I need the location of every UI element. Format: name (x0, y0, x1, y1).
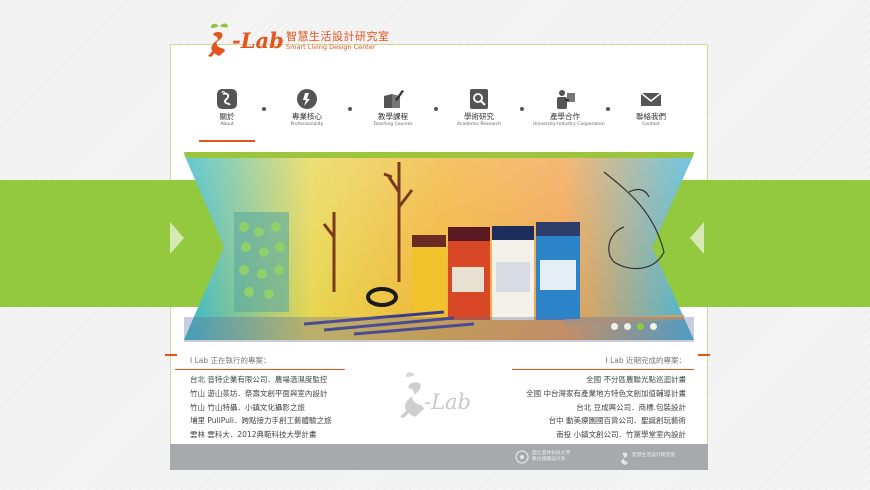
slider-dot[interactable] (650, 323, 657, 330)
nav-item-contact[interactable]: 聯絡我們 Contact (619, 88, 683, 136)
nav-label-zh: 學術研究 (464, 112, 494, 121)
nav-label-en: Teaching Courses (373, 122, 413, 127)
nav-label-zh: 關於 (219, 112, 235, 121)
completed-projects-list: I Lab 近期完成的專案： 全國 不分區農聯光點巡迴計畫 全國 中台灣家有產業… (512, 355, 694, 442)
current-projects-title: I Lab 正在執行的專案： (175, 355, 345, 370)
nav-label-en: About (220, 122, 234, 127)
list-item[interactable]: 雲林 雲科大．2012典範科技大學計畫 (175, 428, 345, 442)
footer-partner1-line2: 數位媒體設計系 (532, 457, 566, 462)
logo-title-zh: 智慧生活設計研究室 (286, 30, 390, 43)
completed-projects-title: I Lab 近期完成的專案： (512, 355, 694, 370)
list-item[interactable]: 台北 豆成興公司．商標.包裝設計 (512, 401, 694, 415)
nav-item-cooperation[interactable]: 產學合作 University-Industry Cooperation (533, 88, 605, 136)
envelope-icon (640, 92, 662, 106)
nav-separator (606, 107, 610, 111)
magnifier-icon (470, 89, 488, 109)
logo-wordmark: -Lab (232, 28, 284, 53)
banner-image (184, 152, 694, 342)
center-logo-wordmark: -Lab (424, 390, 472, 414)
footer-partner2: 智慧生活設計研究室 (632, 453, 675, 459)
logo-title-en: Smart Living Design Center (286, 43, 376, 51)
current-projects-list: I Lab 正在執行的專案： 台北 音特企業有限公司．農場溫濕度監控 竹山 遊山… (175, 355, 345, 442)
nav-separator (434, 107, 438, 111)
nav-item-teaching[interactable]: 教學課程 Teaching Courses (361, 88, 425, 136)
handshake-icon (557, 90, 575, 109)
accent-tick (698, 354, 710, 356)
center-logo: -Lab (396, 368, 488, 420)
nav-item-research[interactable]: 學術研究 Academic Research (447, 88, 511, 136)
slider-dot[interactable] (624, 323, 631, 330)
footer-partner1: 國立雲林科技大學 數位媒體設計系 (532, 451, 570, 463)
core-icon (297, 89, 317, 109)
list-item[interactable]: 全國 不分區農聯光點巡迴計畫 (512, 373, 694, 387)
nav-label-zh: 專業核心 (292, 112, 322, 121)
nav-item-about[interactable]: 關於 About (195, 88, 259, 142)
slider-dot-active[interactable] (637, 323, 644, 330)
nav-item-core[interactable]: 專業核心 Professionality (275, 88, 339, 136)
list-item[interactable]: 台中 動美療園國百貨公司．聖誕創玩藝術 (512, 414, 694, 428)
footer: 國立雲林科技大學 數位媒體設計系 智慧生活設計研究室 (170, 444, 708, 470)
nav-label-zh: 聯絡我們 (636, 112, 666, 121)
nav-label-en: Professionality (290, 122, 324, 127)
list-item[interactable]: 竹山 遊山茶坊．祭壽文創平面與室內設計 (175, 387, 345, 401)
nav-separator (262, 107, 266, 111)
list-item[interactable]: 南投 小鎮文創公司．竹黨學堂室內設計 (512, 428, 694, 442)
nav-label-en: Academic Research (456, 122, 502, 127)
university-logo-icon (515, 450, 529, 464)
list-item[interactable]: 台北 音特企業有限公司．農場溫濕度監控 (175, 373, 345, 387)
nav-label-en: Contact (642, 122, 660, 127)
nav-label-en: University-Industry Cooperation (533, 122, 605, 127)
list-item[interactable]: 埔里 PuliPuli．跨點接力手創工藝體驗之旅 (175, 414, 345, 428)
nav-label-zh: 產學合作 (550, 112, 580, 121)
list-item[interactable]: 竹山 竹山特攝．小鎮文化攝影之旅 (175, 401, 345, 415)
nav-label-zh: 教學課程 (378, 112, 408, 121)
about-icon (217, 89, 237, 109)
nav-separator (520, 107, 524, 111)
ilab-logo-mark-icon (208, 23, 228, 57)
main-nav: 關於 About 專業核心 Professionality 教學課程 Teach… (195, 88, 685, 142)
footer-partner2-line1: 智慧生活設計研究室 (632, 453, 676, 458)
slider-dots (611, 323, 671, 333)
pencil-book-icon (384, 90, 404, 108)
nav-separator (348, 107, 352, 111)
list-item[interactable]: 全國 中台灣家有產業地方特色文創加值輔導計畫 (512, 387, 694, 401)
slider-dot[interactable] (611, 323, 618, 330)
ilab-footer-logo-icon (621, 452, 628, 465)
